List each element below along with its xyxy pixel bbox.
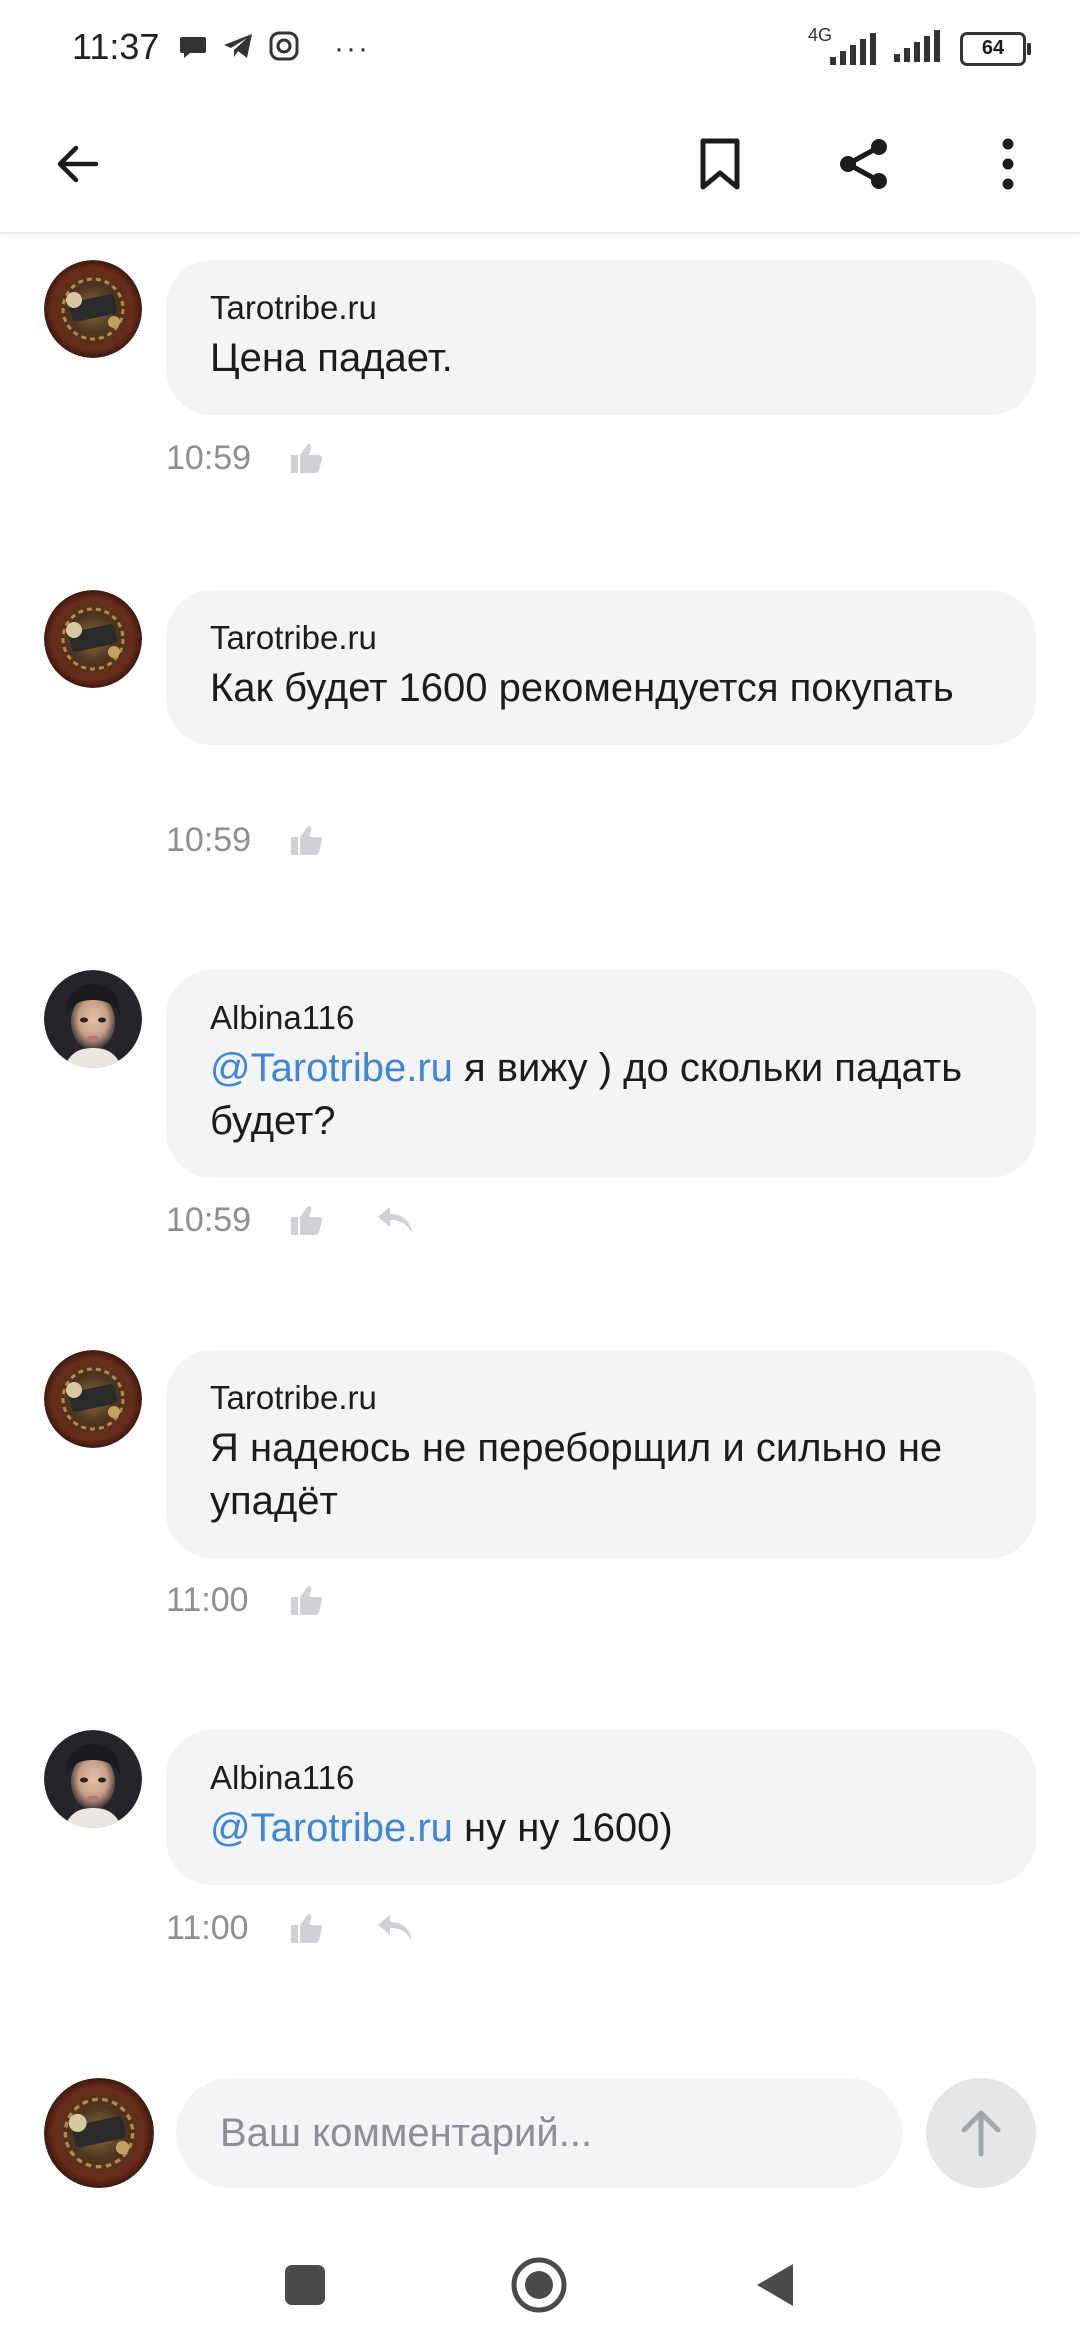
comment-text: Цена падает. [210,332,992,385]
comment-author[interactable]: Albina116 [210,1758,992,1798]
comment-text-body: Цена падает. [210,336,453,380]
arrow-left-icon [57,145,99,183]
comment-bubble: Tarotribe.ru Как будет 1600 рекомендуетс… [166,590,1036,745]
tarot-avatar-icon [44,1350,142,1448]
signal-4g-icon: 4G [808,25,876,67]
comment-author[interactable]: Albina116 [210,998,992,1038]
comment-text-body: Как будет 1600 рекомендуется покупать [210,666,954,710]
avatar[interactable] [44,970,142,1068]
comment-text-body: ну ну 1600) [452,1806,673,1850]
comment-bubble: Albina116 @Tarotribe.ru я вижу ) до скол… [166,970,1036,1178]
avatar[interactable] [44,590,142,688]
tarot-avatar-icon [44,2078,154,2188]
avatar[interactable] [44,1730,142,1828]
comment-time: 10:59 [166,1200,252,1239]
tarot-avatar-icon [44,590,142,688]
comment-bubble: Tarotribe.ru Цена падает. [166,260,1036,415]
app-bar [0,96,1080,234]
home-button[interactable] [504,2250,574,2320]
more-vertical-icon [1002,138,1014,190]
reply-icon [378,1915,412,1941]
thumbs-up-icon [291,1206,323,1235]
comment-meta: 10:59 [166,820,332,860]
battery-icon: 64 [960,31,1031,66]
recents-button[interactable] [270,2250,340,2320]
reply-button[interactable] [370,1200,420,1240]
bookmark-icon [700,138,740,190]
send-button[interactable] [926,2078,1036,2188]
status-time: 11:37 [72,26,160,67]
like-button[interactable] [282,1580,332,1620]
comment-text: Как будет 1600 рекомендуется покупать [210,662,992,715]
notification-icons: ··· [178,30,370,67]
bookmark-button[interactable] [680,124,760,204]
like-button[interactable] [282,1200,332,1240]
comment-text-body: Я надеюсь не переборщил и сильно не упад… [210,1426,943,1523]
square-icon [285,2265,325,2305]
comment-time: 11:00 [166,1908,249,1947]
system-nav-bar [0,2220,1080,2340]
comment-bubble: Tarotribe.ru Я надеюсь не переборщил и с… [166,1350,1036,1558]
comment-bubble: Albina116 @Tarotribe.ru ну ну 1600) [166,1730,1036,1885]
thumbs-up-icon [291,444,323,473]
comment-author[interactable]: Tarotribe.ru [210,1378,992,1418]
thumbs-up-icon [291,1914,323,1943]
status-right: 4G 64 [808,25,1031,69]
like-button[interactable] [282,1908,332,1948]
mention-link[interactable]: @Tarotribe.ru [210,1806,453,1850]
woman-avatar-icon [44,1730,142,1828]
arrow-up-icon [961,2110,1001,2157]
comment-meta: 10:59 [166,438,332,478]
comment-author[interactable]: Tarotribe.ru [210,618,992,658]
back-nav-button[interactable] [740,2250,810,2320]
reply-icon [378,1207,412,1233]
thumbs-up-icon [291,826,323,855]
telegram-icon [222,31,254,66]
comment-time: 10:59 [166,438,252,477]
comment-time: 10:59 [166,820,252,859]
avatar[interactable] [44,260,142,358]
comment-input[interactable] [176,2078,902,2188]
comment-meta: 10:59 [166,1200,420,1240]
comment-text: @Tarotribe.ru ну ну 1600) [210,1802,992,1855]
triangle-back-icon [757,2264,793,2306]
reply-button[interactable] [370,1908,420,1948]
circle-home-icon [511,2257,567,2313]
comment-meta: 11:00 [166,1580,332,1620]
like-button[interactable] [282,820,332,860]
comment-meta: 11:00 [166,1908,420,1948]
more-notifications: ··· [334,31,370,65]
comment-composer [0,2070,1080,2200]
thumbs-up-icon [291,1586,323,1615]
mention-link[interactable]: @Tarotribe.ru [210,1046,453,1090]
app-notification-icon [268,30,300,67]
tarot-avatar-icon [44,260,142,358]
share-button[interactable] [824,124,904,204]
more-menu-button[interactable] [968,124,1048,204]
chat-bubble-icon [178,31,208,66]
like-button[interactable] [282,438,332,478]
comment-text: Я надеюсь не переборщил и сильно не упад… [210,1422,992,1528]
avatar[interactable] [44,2078,154,2188]
status-bar: 11:37 ··· 4G 64 [0,0,1080,96]
signal-icon [892,28,944,69]
back-button[interactable] [38,124,118,204]
comment-time: 11:00 [166,1580,249,1619]
woman-avatar-icon [44,970,142,1068]
comment-text: @Tarotribe.ru я вижу ) до скольки падать… [210,1042,992,1148]
share-icon [840,139,887,189]
comment-author[interactable]: Tarotribe.ru [210,288,992,328]
avatar[interactable] [44,1350,142,1448]
